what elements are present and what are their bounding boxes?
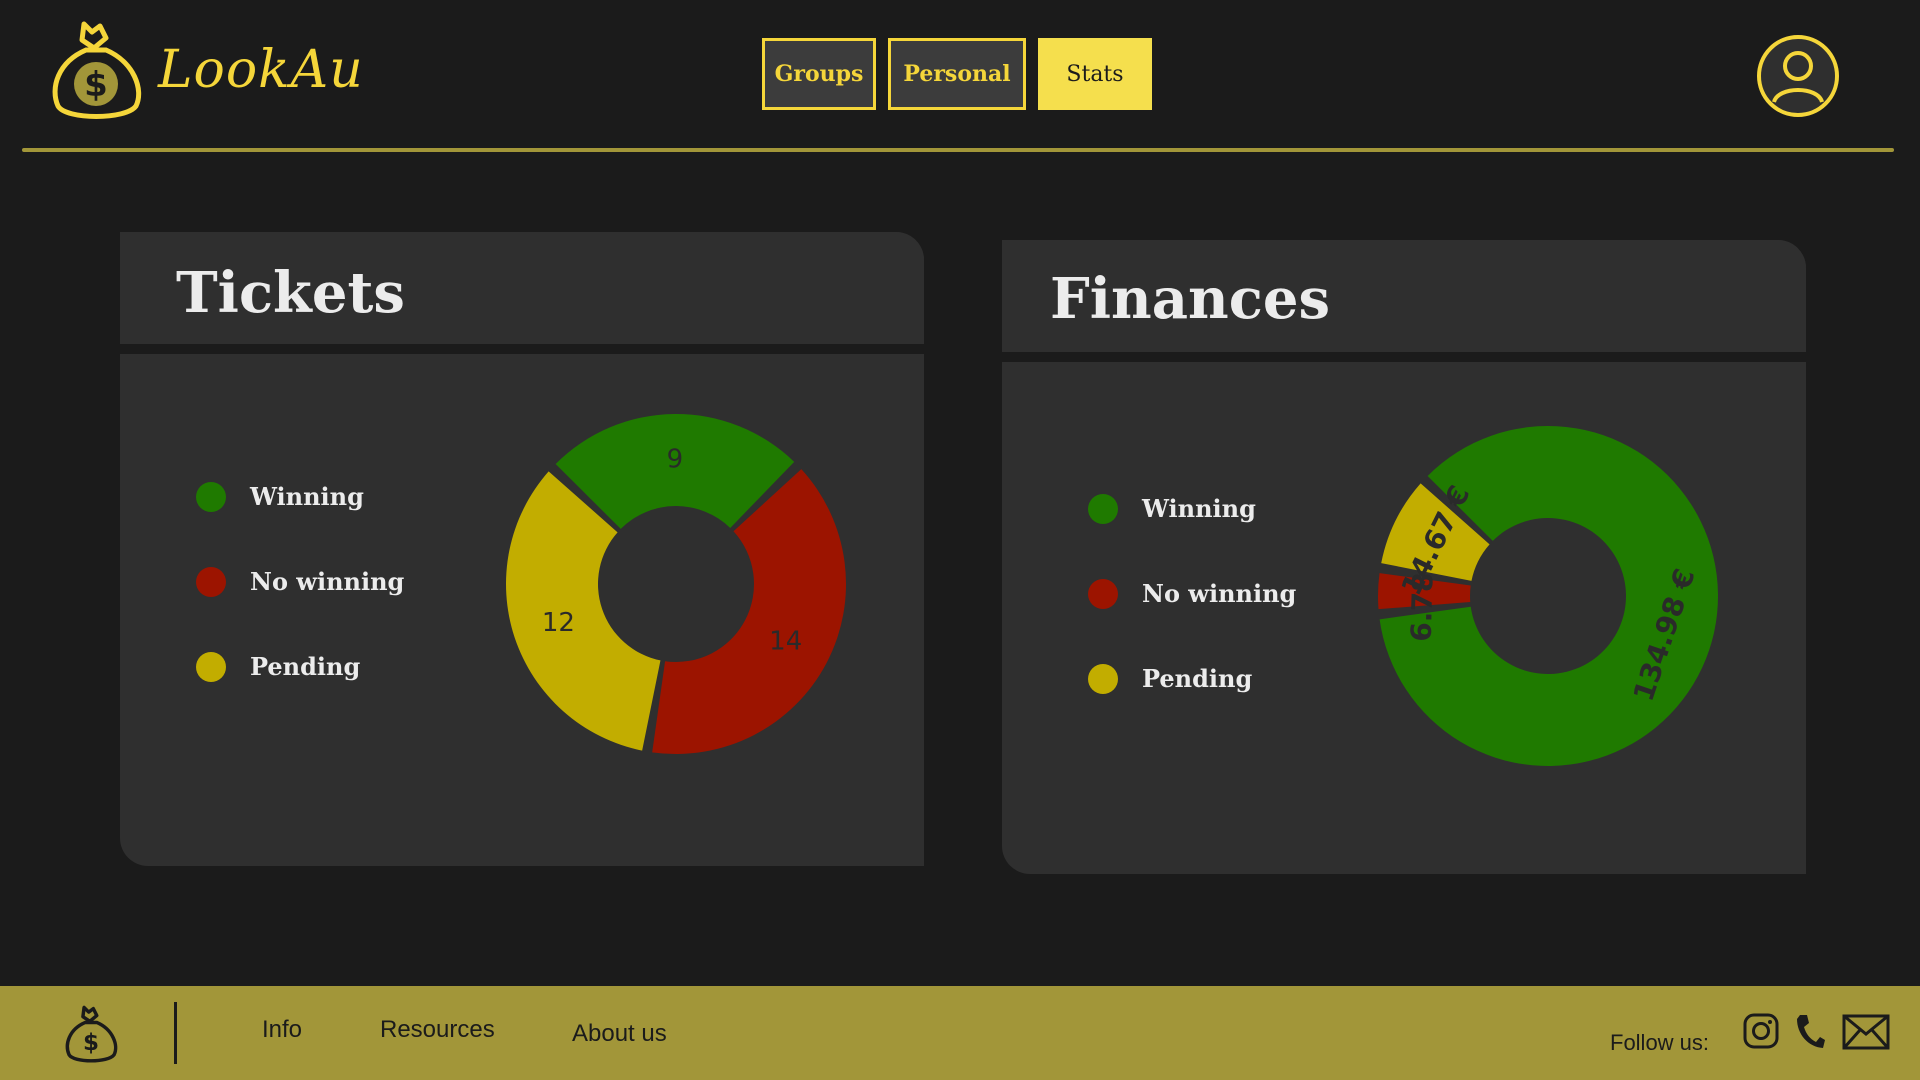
legend-item-pending: Pending: [196, 624, 404, 709]
footer-link-resources[interactable]: Resources: [380, 1016, 495, 1044]
follow-us-label: Follow us:: [1610, 1030, 1710, 1055]
tickets-title: Tickets: [176, 260, 405, 326]
legend-label: No winning: [250, 567, 405, 596]
tickets-slice-no-winning: [652, 469, 846, 754]
nav-groups-button[interactable]: Groups: [762, 38, 876, 110]
finances-donut-chart: 134.98 €6.78 €14.67 €: [1378, 426, 1718, 766]
nav-stats-button[interactable]: Stats: [1038, 38, 1152, 110]
instagram-icon[interactable]: [1742, 1012, 1780, 1050]
pending-dot-icon: [1088, 663, 1118, 694]
winning-dot-icon: [1088, 493, 1118, 524]
user-avatar-icon[interactable]: [1756, 34, 1840, 118]
finances-title: Finances: [1050, 266, 1330, 332]
finances-card: Finances Winning No winning Pending 134.…: [1002, 240, 1806, 874]
footer: $ Info Resources About us Follow us:: [0, 986, 1920, 1080]
no-winning-dot-icon: [1088, 578, 1118, 609]
svg-text:$: $: [84, 65, 108, 105]
svg-text:$: $: [83, 1030, 99, 1056]
footer-money-bag-icon[interactable]: $: [62, 1004, 120, 1064]
header: $ LookAu Groups Personal Stats: [0, 0, 1920, 160]
legend-item-winning: Winning: [196, 454, 404, 539]
legend-label: Winning: [250, 482, 364, 511]
pending-dot-icon: [196, 651, 226, 682]
tickets-slice-label-winning: 9: [667, 445, 684, 475]
legend-item-no-winning: No winning: [196, 539, 404, 624]
main-nav: Groups Personal Stats: [762, 38, 1152, 110]
tickets-slice-label-pending: 12: [542, 608, 575, 638]
no-winning-dot-icon: [196, 566, 226, 597]
tickets-slice-label-no-winning: 14: [769, 626, 802, 656]
header-divider: [22, 148, 1894, 152]
legend-label: Pending: [250, 652, 361, 681]
legend-label: Pending: [1142, 664, 1253, 693]
tickets-legend: Winning No winning Pending: [196, 454, 404, 709]
legend-item-winning: Winning: [1088, 466, 1296, 551]
finances-card-header: Finances: [1002, 240, 1806, 362]
tickets-card: Tickets Winning No winning Pending 9 14 12: [120, 232, 924, 866]
phone-icon[interactable]: [1794, 1012, 1826, 1050]
footer-divider: [174, 1002, 177, 1064]
legend-item-pending: Pending: [1088, 636, 1296, 721]
brand-name: LookAu: [158, 40, 364, 100]
legend-label: Winning: [1142, 494, 1256, 523]
tickets-donut-chart: 9 14 12: [506, 414, 846, 754]
winning-dot-icon: [196, 481, 226, 512]
tickets-card-header: Tickets: [120, 232, 924, 354]
nav-personal-button[interactable]: Personal: [888, 38, 1026, 110]
legend-item-no-winning: No winning: [1088, 551, 1296, 636]
money-bag-icon: $: [52, 21, 142, 119]
logo[interactable]: $ LookAu: [48, 18, 364, 122]
footer-link-about-us[interactable]: About us: [572, 1020, 667, 1048]
mail-icon[interactable]: [1842, 1014, 1890, 1050]
finances-legend: Winning No winning Pending: [1088, 466, 1296, 721]
footer-link-info[interactable]: Info: [262, 1016, 302, 1044]
legend-label: No winning: [1142, 579, 1297, 608]
